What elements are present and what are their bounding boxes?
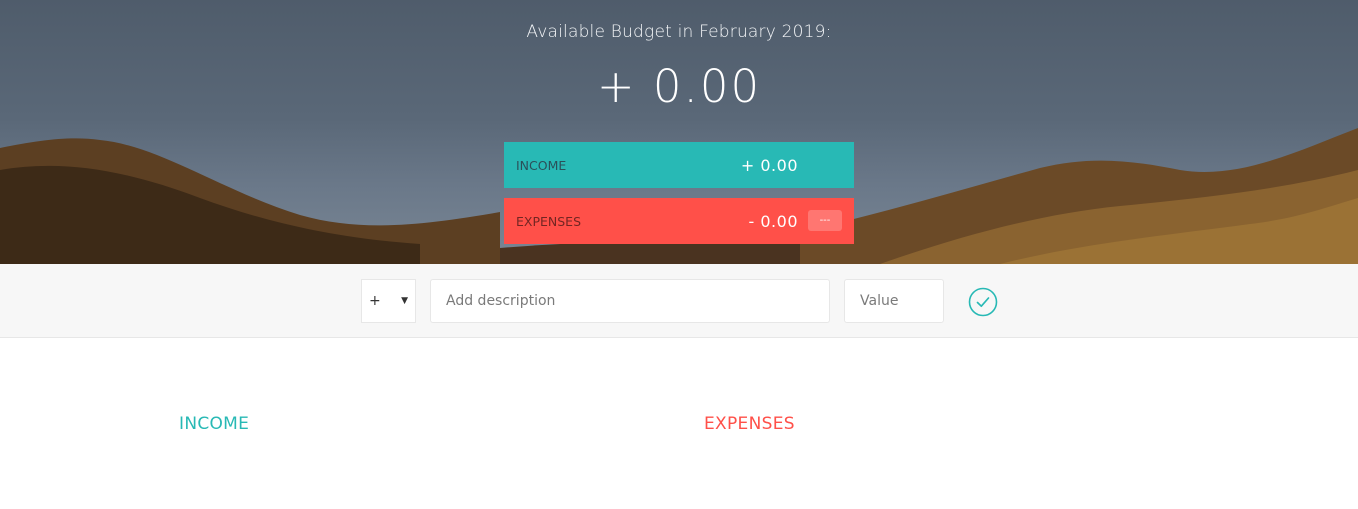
income-list-title: Income [179, 414, 250, 435]
budget-header: Available Budget in February 2019: + 0.0… [0, 0, 1358, 264]
expenses-percentage-badge: --- [808, 210, 842, 231]
income-summary-label: Income [516, 157, 567, 173]
expenses-summary: Expenses - 0.00 --- [504, 198, 854, 244]
add-item-bar: + ▼ [0, 264, 1358, 338]
description-input[interactable] [430, 279, 830, 323]
type-select-value: + [369, 293, 381, 309]
chevron-down-icon: ▼ [401, 296, 408, 306]
income-summary: Income + 0.00 [504, 142, 854, 188]
expenses-summary-label: Expenses [516, 213, 582, 229]
add-item-button[interactable] [967, 286, 999, 318]
checkmark-circle-icon [968, 287, 998, 317]
value-input[interactable] [844, 279, 944, 323]
expenses-summary-value: - 0.00 [748, 211, 798, 231]
income-summary-value: + 0.00 [740, 155, 798, 175]
budget-title: Available Budget in February 2019: [526, 22, 832, 42]
type-select[interactable]: + ▼ [361, 279, 416, 323]
budget-value: + 0.00 [596, 60, 762, 113]
expenses-list-title: Expenses [704, 414, 795, 435]
